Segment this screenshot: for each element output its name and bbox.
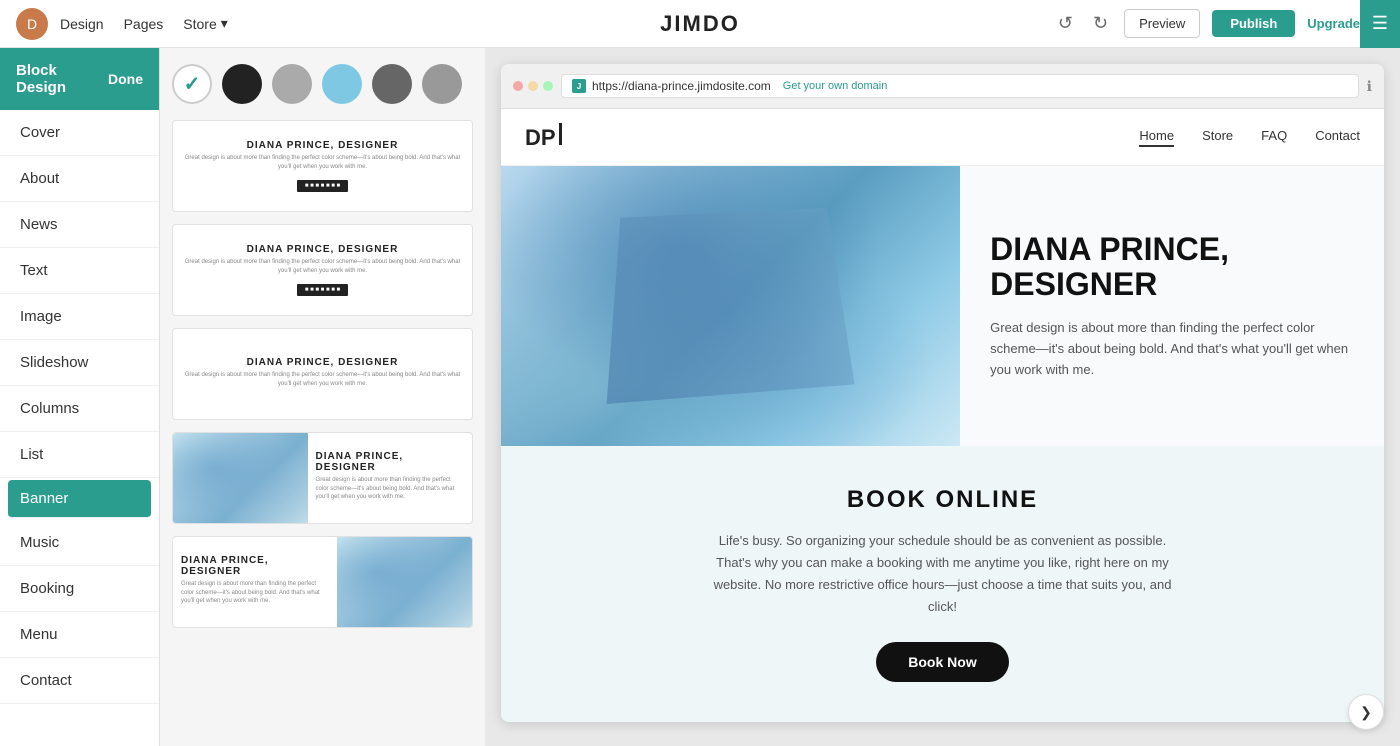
nav-pages[interactable]: Pages [124, 16, 164, 32]
template-1-title: DIANA PRINCE, DESIGNER [183, 140, 462, 151]
scroll-right-button[interactable]: ❯ [1348, 694, 1384, 730]
sidebar-item-about[interactable]: About [0, 156, 159, 202]
color-swatch-gray[interactable] [272, 64, 312, 104]
template-5-content: DIANA PRINCE, DESIGNER Great design is a… [173, 537, 337, 627]
template-4-subtitle: Great design is about more than finding … [316, 476, 464, 501]
template-1-subtitle: Great design is about more than finding … [183, 154, 462, 171]
upgrade-button[interactable]: Upgrade [1307, 16, 1360, 31]
site-navigation: DP Home Store FAQ Contact [501, 109, 1384, 166]
nav-design[interactable]: Design [60, 16, 104, 32]
template-2-title: DIANA PRINCE, DESIGNER [183, 244, 462, 255]
sidebar-item-list[interactable]: List [0, 432, 159, 478]
sidebar-item-banner[interactable]: Banner [8, 480, 151, 518]
chevron-down-icon: ▾ [221, 15, 228, 32]
cursor-icon [559, 123, 562, 145]
book-title: BOOK ONLINE [531, 486, 1354, 514]
redo-button[interactable]: ↻ [1089, 9, 1112, 38]
hero-description: Great design is about more than finding … [990, 318, 1354, 380]
sidebar-item-cover[interactable]: Cover [0, 110, 159, 156]
book-description: Life's busy. So organizing your schedule… [703, 530, 1183, 618]
site-logo: DP [525, 123, 562, 151]
template-card-5[interactable]: DIANA PRINCE, DESIGNER Great design is a… [172, 536, 473, 628]
site-nav-store[interactable]: Store [1202, 128, 1233, 147]
nav-right-actions: ↺ ↻ Preview Publish Upgrade [1054, 9, 1360, 38]
book-now-button[interactable]: Book Now [876, 642, 1008, 682]
browser-dots [513, 81, 553, 91]
template-card-2[interactable]: DIANA PRINCE, DESIGNER Great design is a… [172, 224, 473, 316]
hero-title: DIANA PRINCE, DESIGNER [990, 232, 1354, 302]
browser-chrome: J https://diana-prince.jimdosite.com Get… [501, 64, 1384, 109]
url-favicon: J [572, 79, 586, 93]
browser-info-icon[interactable]: ℹ [1367, 78, 1372, 95]
hero-image [501, 166, 960, 446]
preview-button[interactable]: Preview [1124, 9, 1200, 38]
browser-dot-green [543, 81, 553, 91]
browser-dot-red [513, 81, 523, 91]
hero-section: DIANA PRINCE, DESIGNER Great design is a… [501, 166, 1384, 446]
template-3-subtitle: Great design is about more than finding … [183, 371, 462, 388]
top-navigation: D Design Pages Store ▾ JIMDO ↺ ↻ Preview… [0, 0, 1400, 48]
color-swatch-row: ✓ [172, 64, 473, 104]
url-cta[interactable]: Get your own domain [783, 80, 888, 92]
block-design-header: Block Design Done [0, 48, 159, 110]
nav-store[interactable]: Store ▾ [183, 15, 228, 32]
undo-button[interactable]: ↺ [1054, 9, 1077, 38]
template-4-content: DIANA PRINCE, DESIGNER Great design is a… [308, 433, 472, 523]
template-card-4[interactable]: DIANA PRINCE, DESIGNER Great design is a… [172, 432, 473, 524]
url-domain: diana-prince.jimdosite.com [628, 79, 771, 93]
nav-links: Design Pages Store ▾ [60, 15, 228, 32]
main-layout: Block Design Done Cover About News Text … [0, 48, 1400, 746]
template-2-button: ■ ■ ■ ■ ■ ■ ■ [297, 284, 348, 296]
template-card-3[interactable]: DIANA PRINCE, DESIGNER Great design is a… [172, 328, 473, 420]
template-2-subtitle: Great design is about more than finding … [183, 258, 462, 275]
sidebar-item-text[interactable]: Text [0, 248, 159, 294]
template-3-title: DIANA PRINCE, DESIGNER [183, 357, 462, 368]
app-logo: JIMDO [660, 11, 740, 37]
url-text: https://diana-prince.jimdosite.com [592, 79, 771, 93]
block-design-title: Block Design [16, 62, 108, 96]
avatar[interactable]: D [16, 8, 48, 40]
sidebar-item-slideshow[interactable]: Slideshow [0, 340, 159, 386]
color-swatch-darkgray[interactable] [372, 64, 412, 104]
color-swatch-lightblue[interactable] [322, 64, 362, 104]
website-preview-panel: J https://diana-prince.jimdosite.com Get… [485, 48, 1400, 746]
template-card-1[interactable]: DIANA PRINCE, DESIGNER Great design is a… [172, 120, 473, 212]
hamburger-menu-button[interactable]: ☰ [1360, 0, 1400, 48]
template-5-image [337, 537, 472, 627]
sidebar-item-columns[interactable]: Columns [0, 386, 159, 432]
template-5-subtitle: Great design is about more than finding … [181, 580, 329, 605]
browser-url-bar[interactable]: J https://diana-prince.jimdosite.com Get… [561, 74, 1359, 98]
left-sidebar: Block Design Done Cover About News Text … [0, 48, 160, 746]
template-4-title: DIANA PRINCE, DESIGNER [316, 451, 464, 473]
color-swatch-black[interactable] [222, 64, 262, 104]
sidebar-item-menu[interactable]: Menu [0, 612, 159, 658]
site-nav-contact[interactable]: Contact [1315, 128, 1360, 147]
hero-content: DIANA PRINCE, DESIGNER Great design is a… [960, 166, 1384, 446]
color-swatch-white[interactable]: ✓ [172, 64, 212, 104]
sidebar-item-contact[interactable]: Contact [0, 658, 159, 704]
sidebar-item-booking[interactable]: Booking [0, 566, 159, 612]
browser-window: J https://diana-prince.jimdosite.com Get… [501, 64, 1384, 722]
template-5-title: DIANA PRINCE, DESIGNER [181, 555, 329, 577]
sidebar-item-news[interactable]: News [0, 202, 159, 248]
site-nav-links: Home Store FAQ Contact [1139, 128, 1360, 147]
site-nav-home[interactable]: Home [1139, 128, 1174, 147]
block-design-done-button[interactable]: Done [108, 71, 143, 87]
sidebar-item-image[interactable]: Image [0, 294, 159, 340]
browser-dot-yellow [528, 81, 538, 91]
color-swatch-medgray[interactable] [422, 64, 462, 104]
sidebar-item-music[interactable]: Music [0, 520, 159, 566]
site-nav-faq[interactable]: FAQ [1261, 128, 1287, 147]
book-online-section: BOOK ONLINE Life's busy. So organizing y… [501, 446, 1384, 722]
middle-design-panel: ✓ DIANA PRINCE, DESIGNER Great design is… [160, 48, 485, 746]
template-1-button: ■ ■ ■ ■ ■ ■ ■ [297, 180, 348, 192]
publish-button[interactable]: Publish [1212, 10, 1295, 37]
template-4-image [173, 433, 308, 523]
